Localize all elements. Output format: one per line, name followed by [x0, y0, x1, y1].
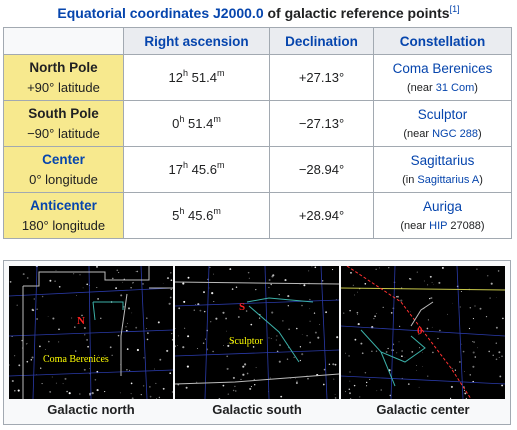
gallery-caption-center: Galactic center — [376, 402, 470, 417]
corner-cell — [3, 27, 124, 55]
north-marker: N — [77, 315, 85, 327]
table-row: Anticenter 180° longitude 5h 45.6m +28.9… — [3, 192, 512, 239]
star-link[interactable]: HIP — [429, 220, 447, 232]
constellation-cell: Sculptor (near NGC 288) — [373, 100, 512, 147]
table-caption: Equatorial coordinates J2000.0 of galact… — [0, 0, 517, 27]
caption-link[interactable]: Equatorial coordinates J2000.0 — [57, 5, 263, 21]
constellation-note: (near 31 Com) — [407, 81, 478, 94]
south-marker: S — [239, 301, 245, 313]
object-link[interactable]: NGC 288 — [432, 128, 478, 140]
dec-cell: +28.94° — [269, 192, 374, 239]
header-constellation[interactable]: Constellation — [373, 27, 512, 55]
south-map-graphic: S Sculptor — [175, 266, 339, 399]
header-declination[interactable]: Declination — [269, 27, 374, 55]
caption-text: of galactic reference points — [263, 5, 450, 21]
star-link[interactable]: 31 Com — [436, 82, 475, 94]
coordinates-table: Right ascension Declination Constellatio… — [3, 27, 512, 239]
row-header-anticenter: Anticenter 180° longitude — [3, 192, 124, 239]
table-row: North Pole +90° latitude 12h 51.4m +27.1… — [3, 54, 512, 101]
gallery-item-center: 0 Galactic center — [341, 266, 505, 421]
star-map-south[interactable]: S Sculptor — [175, 266, 339, 399]
row-header-center: Center 0° longitude — [3, 146, 124, 193]
north-map-graphic: N Coma Berenices — [9, 266, 173, 399]
constellation-cell: Sagittarius (in Sagittarius A) — [373, 146, 512, 193]
constellation-note: (near NGC 288) — [403, 127, 482, 140]
constellation-cell: Coma Berenices (near 31 Com) — [373, 54, 512, 101]
north-map-label: Coma Berenices — [43, 354, 109, 365]
row-name-link[interactable]: Center — [4, 150, 123, 170]
constellation-cell: Auriga (near HIP 27088) — [373, 192, 512, 239]
header-right-ascension[interactable]: Right ascension — [123, 27, 270, 55]
constellation-note: (in Sagittarius A) — [402, 173, 483, 186]
ra-cell: 12h 51.4m — [123, 54, 270, 101]
row-header-south-pole: South Pole −90° latitude — [3, 100, 124, 147]
row-name-link[interactable]: Anticenter — [4, 196, 123, 216]
gallery-item-south: S Sculptor Galactic south — [175, 266, 339, 421]
constellation-link[interactable]: Sculptor — [374, 105, 511, 125]
ra-cell: 0h 51.4m — [123, 100, 270, 147]
dec-cell: −28.94° — [269, 146, 374, 193]
dec-cell: +27.13° — [269, 54, 374, 101]
star-map-center[interactable]: 0 — [341, 266, 505, 399]
row-name: North Pole — [29, 59, 98, 75]
constellation-note: (near HIP 27088) — [400, 219, 485, 232]
dec-cell: −27.13° — [269, 100, 374, 147]
table-row: Center 0° longitude 17h 45.6m −28.94° Sa… — [3, 146, 512, 193]
row-header-north-pole: North Pole +90° latitude — [3, 54, 124, 101]
row-sub: 180° longitude — [21, 217, 106, 233]
row-name: South Pole — [28, 105, 99, 121]
star-dots — [175, 266, 339, 399]
ra-cell: 5h 45.6m — [123, 192, 270, 239]
center-map-graphic: 0 — [341, 266, 505, 399]
reference-link[interactable]: [1] — [450, 4, 460, 14]
gallery-caption-south: Galactic south — [212, 402, 302, 417]
ra-cell: 17h 45.6m — [123, 146, 270, 193]
star-map-north[interactable]: N Coma Berenices — [9, 266, 173, 399]
row-sub: 0° longitude — [29, 171, 98, 187]
south-map-label: Sculptor — [229, 336, 264, 347]
gallery-caption-north: Galactic north — [47, 402, 135, 417]
constellation-link[interactable]: Auriga — [374, 197, 511, 217]
object-link[interactable]: Sagittarius A — [417, 174, 479, 186]
star-map-gallery: N Coma Berenices Galactic north S Sculpt… — [3, 260, 511, 425]
constellation-link[interactable]: Coma Berenices — [374, 59, 511, 79]
constellation-link[interactable]: Sagittarius — [374, 151, 511, 171]
center-marker: 0 — [417, 325, 423, 337]
row-sub: −90° latitude — [27, 125, 100, 141]
table-row: South Pole −90° latitude 0h 51.4m −27.13… — [3, 100, 512, 147]
star-dots — [343, 266, 504, 399]
gallery-item-north: N Coma Berenices Galactic north — [9, 266, 173, 421]
row-sub: +90° latitude — [27, 79, 100, 95]
